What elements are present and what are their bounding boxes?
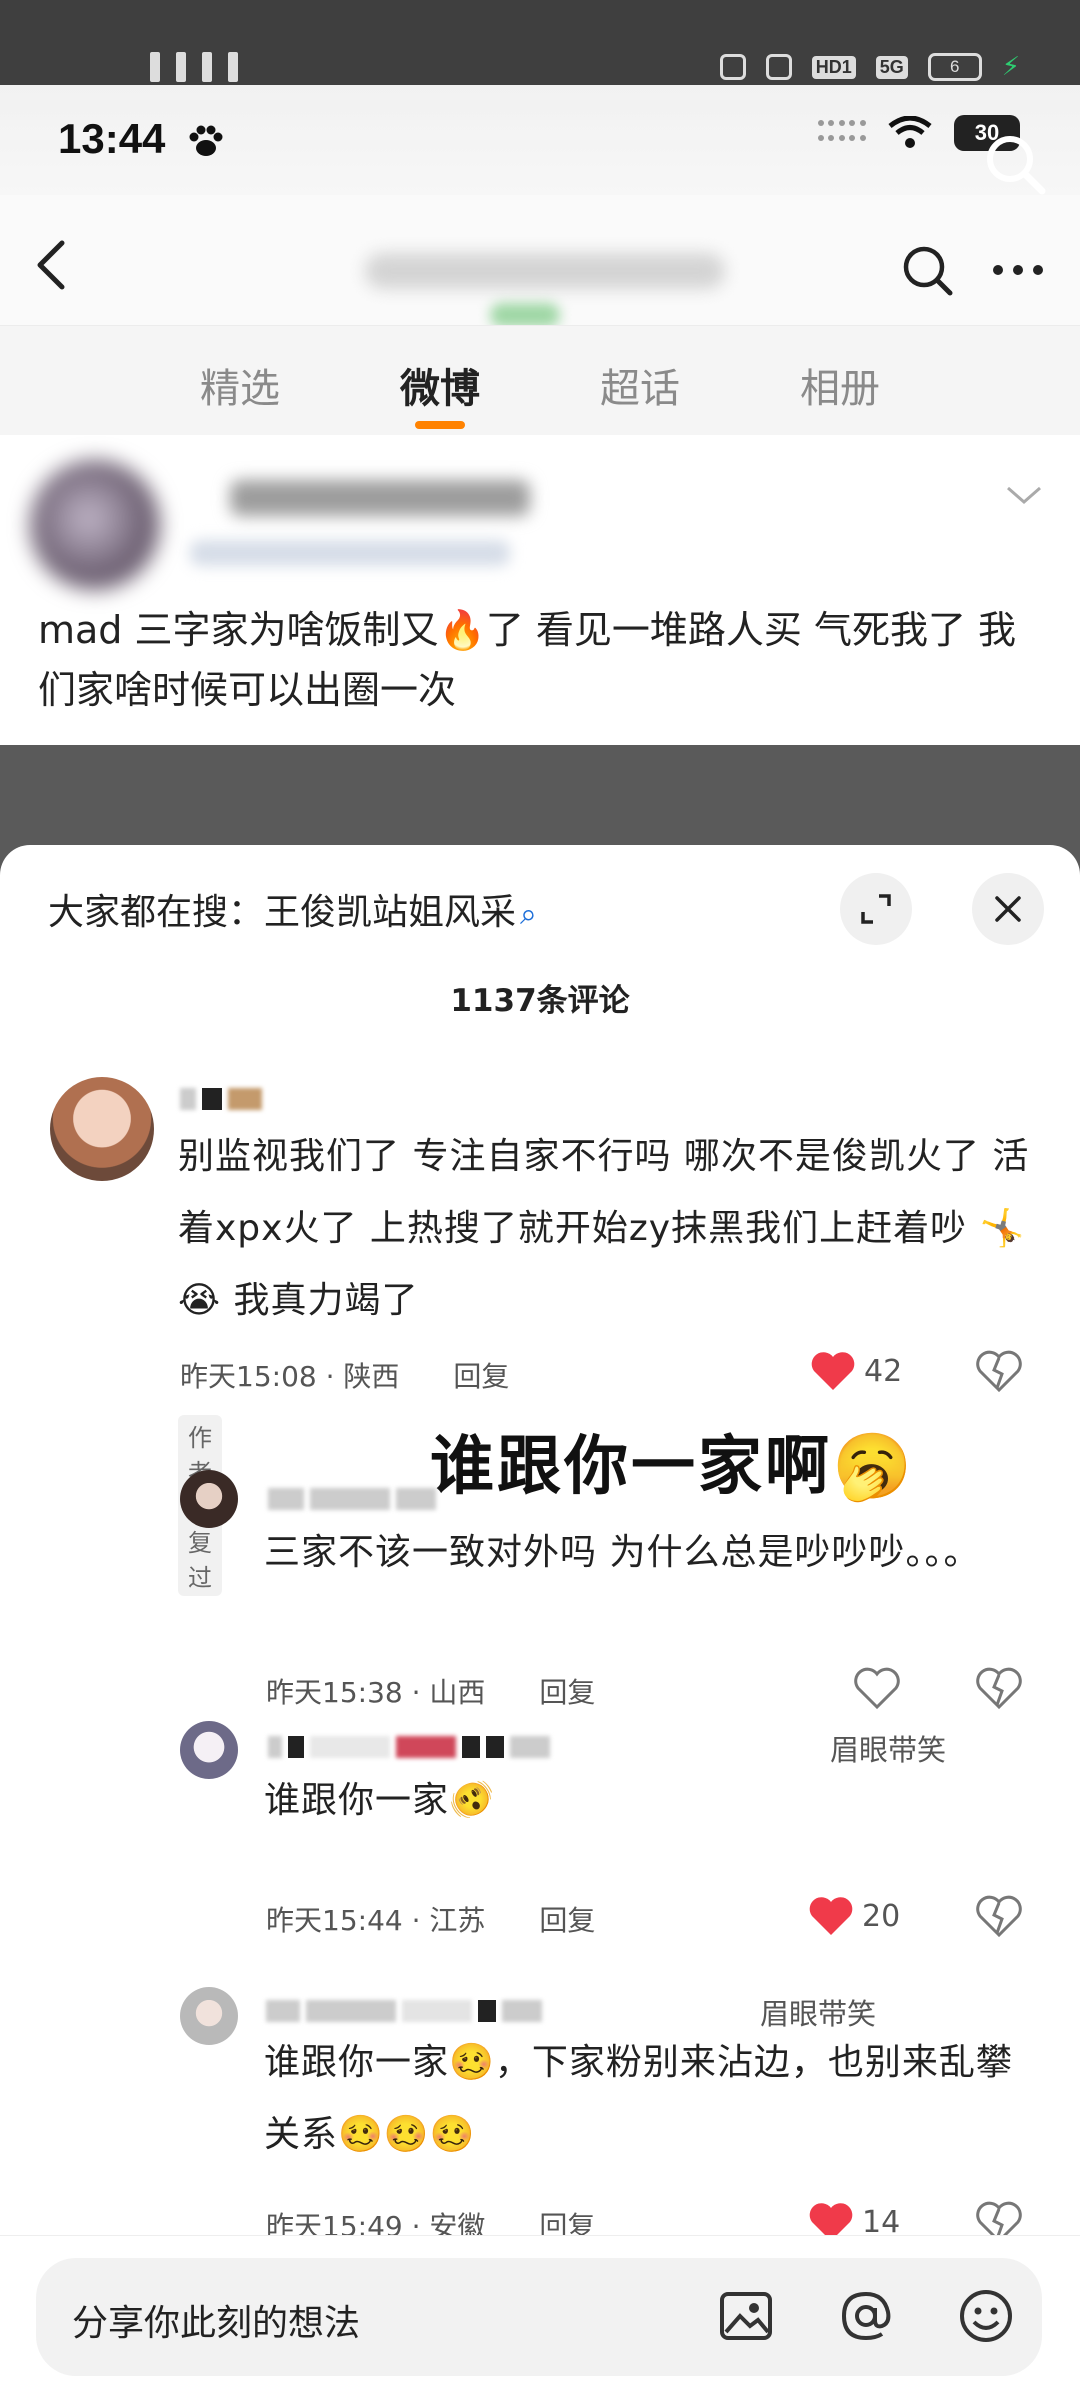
image-icon[interactable] <box>716 2286 776 2346</box>
signal-dots-icon <box>818 120 866 146</box>
avatar[interactable] <box>180 1721 238 1779</box>
like-count: 42 <box>864 1353 903 1389</box>
reply-text: 谁跟你一家🥴，下家粉别来沾边，也别来乱攀关系🥴🥴🥴 <box>264 2042 1013 2155</box>
reply-text: 谁跟你一家🫨 <box>264 1780 495 1821</box>
trending-search-keyword[interactable]: 王俊凯站姐风采 <box>264 892 516 933</box>
post-author-name[interactable] <box>230 480 530 516</box>
reply-button[interactable]: 回复 <box>539 1676 595 1709</box>
expand-button[interactable] <box>840 873 912 945</box>
heart-filled-icon <box>811 1352 855 1390</box>
close-icon <box>995 896 1021 922</box>
trending-search[interactable]: 大家都在搜：王俊凯站姐风采 ⌕ <box>48 883 537 935</box>
post-meta <box>190 540 510 566</box>
reply-time-location: 昨天15:44 · 江苏 <box>266 1904 486 1937</box>
more-options-icon[interactable] <box>990 255 1046 285</box>
chevron-down-icon[interactable] <box>1004 484 1044 508</box>
comment-author-name[interactable] <box>180 1085 262 1113</box>
reply-button[interactable]: 回复 <box>539 1904 595 1937</box>
mention-icon[interactable] <box>836 2286 896 2346</box>
blurred-page-title <box>365 253 725 289</box>
tab-featured[interactable]: 精选 <box>160 356 320 414</box>
broken-heart-icon[interactable] <box>976 1895 1022 1939</box>
like-count: 20 <box>862 1898 901 1934</box>
post-author-avatar[interactable] <box>30 460 160 590</box>
comment-input-placeholder[interactable]: 分享你此刻的想法 <box>72 2294 360 2346</box>
reply-author-name[interactable] <box>268 1733 550 1761</box>
notification-icons <box>150 52 238 82</box>
status-bar: 13:44 30 <box>0 85 1080 195</box>
comment-composer-bar: 分享你此刻的想法 <box>0 2235 1080 2400</box>
notification-strip: HD1 5G 6 ⚡ <box>0 0 1080 85</box>
notif-battery: 6 <box>927 53 982 81</box>
like-button[interactable]: 42 <box>810 1350 902 1392</box>
weibo-page: 13:44 30 精选 微博 超话 相册 mad 三字家为啥饭制又🔥了 看见一堆… <box>0 85 1080 830</box>
mute-bell-icon <box>765 54 792 80</box>
comment-text: 别监视我们了 专注自家不行吗 哪次不是俊凯火了 活着xpx火了 上热搜了就开始z… <box>178 1136 1030 1321</box>
comment-time-location: 昨天15:08 · 陕西 <box>180 1360 400 1393</box>
avatar[interactable] <box>180 1470 238 1528</box>
back-icon[interactable] <box>26 235 76 295</box>
search-icon[interactable] <box>900 243 954 297</box>
heart-filled-icon <box>809 1897 853 1935</box>
tab-weibo[interactable]: 微博 <box>360 356 520 414</box>
tab-super-topic[interactable]: 超话 <box>560 356 720 414</box>
charging-icon: ⚡ <box>1001 52 1020 82</box>
top-navbar <box>0 195 1080 327</box>
wifi-icon <box>888 116 932 148</box>
comment-input[interactable]: 分享你此刻的想法 <box>36 2258 1042 2376</box>
headphone-icon <box>719 54 746 80</box>
comments-sheet: 大家都在搜：王俊凯站姐风采 ⌕ 1137条评论 别监视我们了 专注自家不行吗 哪次… <box>0 845 1080 2400</box>
tab-album[interactable]: 相册 <box>760 356 920 414</box>
close-button[interactable] <box>972 873 1044 945</box>
avatar[interactable] <box>180 1987 238 2045</box>
expand-icon <box>861 894 891 924</box>
blurred-page-subtitle <box>490 303 560 327</box>
overlay-caption: 谁跟你一家啊🥱 <box>430 1430 915 1504</box>
paw-icon <box>189 125 223 156</box>
reply-time-location: 昨天15:38 · 山西 <box>266 1676 486 1709</box>
search-magnifier-icon: ⌕ <box>520 897 537 932</box>
trending-search-prefix: 大家都在搜： <box>48 892 265 933</box>
signal-5g-badge: 5G <box>875 55 908 79</box>
active-tab-indicator <box>415 421 465 429</box>
broken-heart-icon[interactable] <box>976 1350 1022 1394</box>
reply-button[interactable]: 回复 <box>453 1360 509 1393</box>
floating-search-icon[interactable] <box>980 129 1050 199</box>
reply-author-name[interactable] <box>268 1485 436 1513</box>
status-time: 13:44 <box>58 115 166 162</box>
broken-heart-icon[interactable] <box>976 1667 1022 1711</box>
emoji-icon[interactable] <box>956 2286 1016 2346</box>
reply-author-name[interactable] <box>266 1997 542 2025</box>
reply-meta: 昨天15:38 · 山西 回复 <box>266 1671 595 1711</box>
comment-count: 1137条评论 <box>450 983 630 1019</box>
hd-badge: HD1 <box>811 55 856 79</box>
dim-backdrop[interactable] <box>0 745 1080 845</box>
comment-meta: 昨天15:08 · 陕西 回复 <box>180 1355 509 1395</box>
avatar[interactable] <box>50 1077 154 1181</box>
heart-outline-icon[interactable] <box>854 1667 900 1711</box>
mini-status-icons: HD1 5G 6 ⚡ <box>719 52 1020 82</box>
reply-meta: 昨天15:44 · 江苏 回复 <box>266 1899 595 1939</box>
post-text: mad 三字家为啥饭制又🔥了 看见一堆路人买 气死我了 我们家啥时候可以出圈一次 <box>38 608 1017 712</box>
like-button[interactable]: 20 <box>808 1895 900 1937</box>
profile-tabs: 精选 微博 超话 相册 <box>0 325 1080 435</box>
reply-text: 三家不该一致对外吗 为什么总是吵吵吵。。。 <box>264 1532 981 1573</box>
reply-author-suffix: 眉眼带笑 <box>830 1733 947 1767</box>
